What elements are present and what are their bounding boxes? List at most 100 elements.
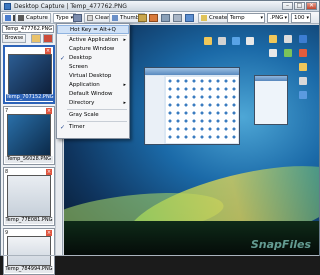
app-icon: [232, 37, 240, 45]
title-bar[interactable]: Desktop Capture | Temp_477762.PNG – □ ✕: [1, 1, 319, 12]
folder-icon: [204, 37, 212, 45]
browse-button[interactable]: Browse: [2, 34, 27, 43]
app-icon: [4, 3, 11, 10]
minimize-button[interactable]: –: [282, 2, 293, 10]
capture-label: Capture: [26, 15, 48, 21]
print-icon[interactable]: [173, 14, 182, 22]
file-icon: [284, 35, 292, 43]
folder-value: Temp: [230, 15, 245, 21]
create-label: Create: [209, 15, 228, 21]
submenu-arrow-icon: ▸: [123, 82, 126, 88]
maximize-button[interactable]: □: [294, 2, 305, 10]
format-select[interactable]: .PNG ▾: [267, 13, 289, 23]
menu-item-directory[interactable]: Directory ▸: [57, 99, 129, 108]
app-icon: [299, 35, 307, 43]
thumbnail-item[interactable]: 7 × Temp_56028.PNG: [3, 106, 55, 165]
submenu-arrow-icon: ▸: [123, 100, 126, 106]
folder-select[interactable]: Temp ▾: [227, 13, 265, 23]
menu-item-capture-window[interactable]: Capture Window: [57, 45, 129, 54]
checkmark-icon: ✓: [60, 124, 66, 131]
menu-item-active-application[interactable]: Active Application ▸: [57, 36, 129, 45]
menu-item-label: Virtual Desktop: [69, 73, 112, 79]
secondary-window: [254, 75, 288, 125]
menu-item-label: Timer: [69, 124, 85, 130]
thumbnail-image: [7, 236, 51, 266]
explorer-window: [144, 67, 240, 145]
thumbnail-caption: Temp_784994.PNG: [5, 266, 53, 273]
explorer-sidebar: [146, 76, 164, 144]
folder-icon: [269, 35, 277, 43]
clear-label: Clear: [95, 15, 110, 21]
resize-icon[interactable]: [161, 14, 170, 22]
checkmark-icon: ✓: [60, 55, 66, 62]
crop-icon[interactable]: [138, 14, 147, 22]
file-icon: [269, 49, 277, 57]
path-field[interactable]: Temp_477762.PNG: [2, 25, 54, 33]
watermark: SnapFiles: [250, 238, 311, 251]
browse-label: Browse: [5, 35, 24, 41]
thumbnail-panel: Temp_477762.PNG Browse × Temp_707152.PNG…: [1, 24, 63, 275]
menu-item-label: Default Window: [69, 91, 113, 97]
settings-icon[interactable]: [73, 14, 82, 22]
window-controls: – □ ✕: [282, 2, 317, 10]
menu-item-gray-scale[interactable]: Gray Scale: [57, 111, 129, 120]
app-icon: [284, 49, 292, 57]
zoom-select[interactable]: 100 ▾: [291, 13, 311, 23]
app-icon: [299, 49, 307, 57]
type-label: Type: [56, 15, 69, 21]
toolbar: Capture Type ▾ Clear Thumbs Create Temp ▾ …: [1, 12, 319, 24]
delete-icon[interactable]: [43, 34, 53, 43]
thumbnail-item[interactable]: 8 × Temp_77E081.PNG: [3, 167, 55, 226]
menu-item-label: Desktop: [69, 55, 92, 61]
menu-item-virtual-desktop[interactable]: Virtual Desktop: [57, 72, 129, 81]
menu-item-label: Application: [69, 82, 100, 88]
menu-item-screen[interactable]: Screen: [57, 63, 129, 72]
menu-item-desktop[interactable]: ✓ Desktop: [57, 54, 129, 63]
thumbnail-caption: Temp_56028.PNG: [5, 156, 53, 163]
folder-icon: [201, 15, 207, 21]
thumbnail-caption: Temp_77E081.PNG: [5, 217, 53, 224]
type-dropdown-menu: Hot Key = Alt+Q Active Application ▸ Capt…: [56, 23, 130, 139]
grid-icon: [5, 15, 11, 21]
camera-icon: [18, 15, 24, 21]
submenu-arrow-icon: ▸: [123, 37, 126, 43]
secondary-window-title-bar: [255, 76, 287, 81]
folder-icon: [299, 63, 307, 71]
thumbnail-item[interactable]: 9 × Temp_784994.PNG: [3, 228, 55, 275]
thumbnail-caption: Temp_707152.PNG: [6, 94, 54, 101]
menu-item-default-window[interactable]: Default Window: [57, 90, 129, 99]
selection-icon[interactable]: [149, 14, 158, 22]
menu-item-label: Screen: [69, 64, 88, 70]
window-title: Desktop Capture | Temp_477762.PNG: [14, 3, 127, 10]
thumbnail-image: [7, 114, 51, 156]
menu-item-label: Hot Key = Alt+Q: [70, 27, 116, 33]
thumbnail-image: [8, 54, 52, 96]
thumbs-icon: [112, 15, 118, 21]
clear-icon: [87, 15, 93, 21]
file-icon: [218, 37, 226, 45]
chevron-down-icon: ▾: [260, 15, 263, 21]
explorer-title-bar: [145, 68, 239, 75]
explorer-icon-grid: [166, 77, 238, 143]
capture-button[interactable]: Capture: [15, 13, 51, 23]
edit-icon[interactable]: [185, 14, 194, 22]
menu-item-application[interactable]: Application ▸: [57, 81, 129, 90]
format-value: .PNG: [270, 15, 284, 21]
menu-item-label: Active Application: [69, 37, 119, 43]
menu-separator: [67, 109, 127, 110]
app-icon: [299, 91, 307, 99]
close-button[interactable]: ✕: [306, 2, 317, 10]
menu-separator: [67, 121, 127, 122]
menu-item-label: Capture Window: [69, 46, 115, 52]
menu-item-label: Directory: [69, 100, 95, 106]
folder-icon[interactable]: [31, 34, 41, 43]
zoom-value: 100: [294, 15, 305, 21]
thumbnail-item[interactable]: × Temp_707152.PNG: [3, 45, 55, 104]
menu-item-label: Gray Scale: [69, 112, 99, 118]
thumbnail-image: [7, 175, 51, 217]
file-icon: [246, 37, 254, 45]
menu-item-timer[interactable]: ✓ Timer: [57, 123, 129, 132]
create-button[interactable]: Create: [198, 13, 231, 23]
chevron-down-icon: ▾: [306, 15, 309, 21]
menu-item-hotkey[interactable]: Hot Key = Alt+Q: [57, 25, 129, 34]
